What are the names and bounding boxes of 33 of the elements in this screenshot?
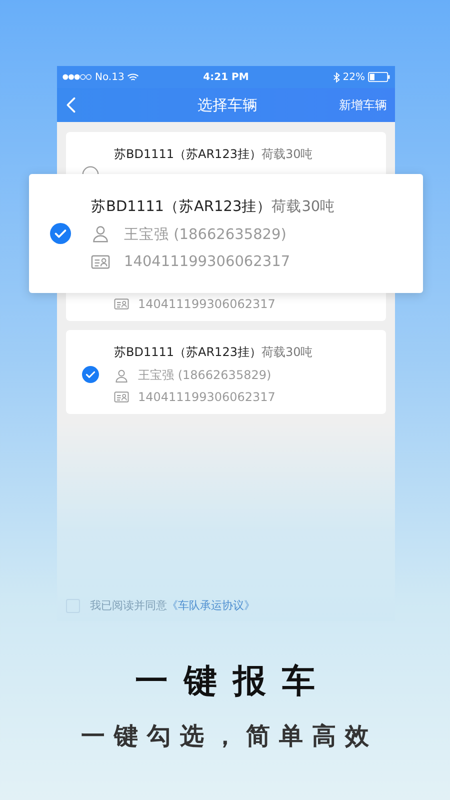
person-icon <box>114 368 129 382</box>
load-capacity: 荷载30吨 <box>272 198 336 216</box>
plate-number: 苏BD1111（苏AR123挂） <box>114 146 262 163</box>
id-number: 140411199306062317 <box>138 297 276 311</box>
vehicle-preview-dialog[interactable]: 苏BD1111（苏AR123挂）荷载30吨 王宝强 (18662635829) 140411199306062317 <box>29 174 423 293</box>
vehicle-card[interactable]: 苏BD1111（苏AR123挂）荷载30吨 王宝强 (18662635829) 140411199306062317 <box>66 330 386 414</box>
plate-number: 苏BD1111（苏AR123挂） <box>114 344 262 361</box>
battery-icon <box>368 72 390 82</box>
driver-info: 王宝强 (18662635829) <box>124 226 286 244</box>
id-number: 140411199306062317 <box>124 254 290 270</box>
headline: 一键报车 <box>134 660 332 702</box>
load-capacity: 荷载30吨 <box>261 344 313 361</box>
agreement-text: 我已阅读并同意 <box>90 598 167 613</box>
id-card-icon <box>114 390 129 404</box>
plate-number: 苏BD1111（苏AR123挂） <box>91 198 272 216</box>
back-icon[interactable] <box>66 96 76 114</box>
battery-percent: 22% <box>342 72 365 82</box>
load-capacity: 荷载30吨 <box>261 146 313 163</box>
wifi-icon <box>127 72 140 82</box>
add-vehicle-button[interactable]: 新增车辆 <box>339 96 387 114</box>
bluetooth-icon <box>332 72 340 82</box>
subheadline: 一键勾选，简单高效 <box>80 721 379 752</box>
checked-radio-icon[interactable] <box>82 366 98 382</box>
signal-icon <box>62 74 92 80</box>
checked-radio-icon[interactable] <box>50 223 70 244</box>
driver-info: 王宝强 (18662635829) <box>138 367 272 384</box>
id-card-icon <box>91 252 110 270</box>
id-number: 140411199306062317 <box>138 390 276 404</box>
status-time: 4:21 PM <box>203 72 249 82</box>
carrier-label: No.13 <box>95 72 124 82</box>
person-icon <box>91 225 110 243</box>
page-title: 选择车辆 <box>198 96 258 114</box>
id-card-icon <box>114 297 129 311</box>
